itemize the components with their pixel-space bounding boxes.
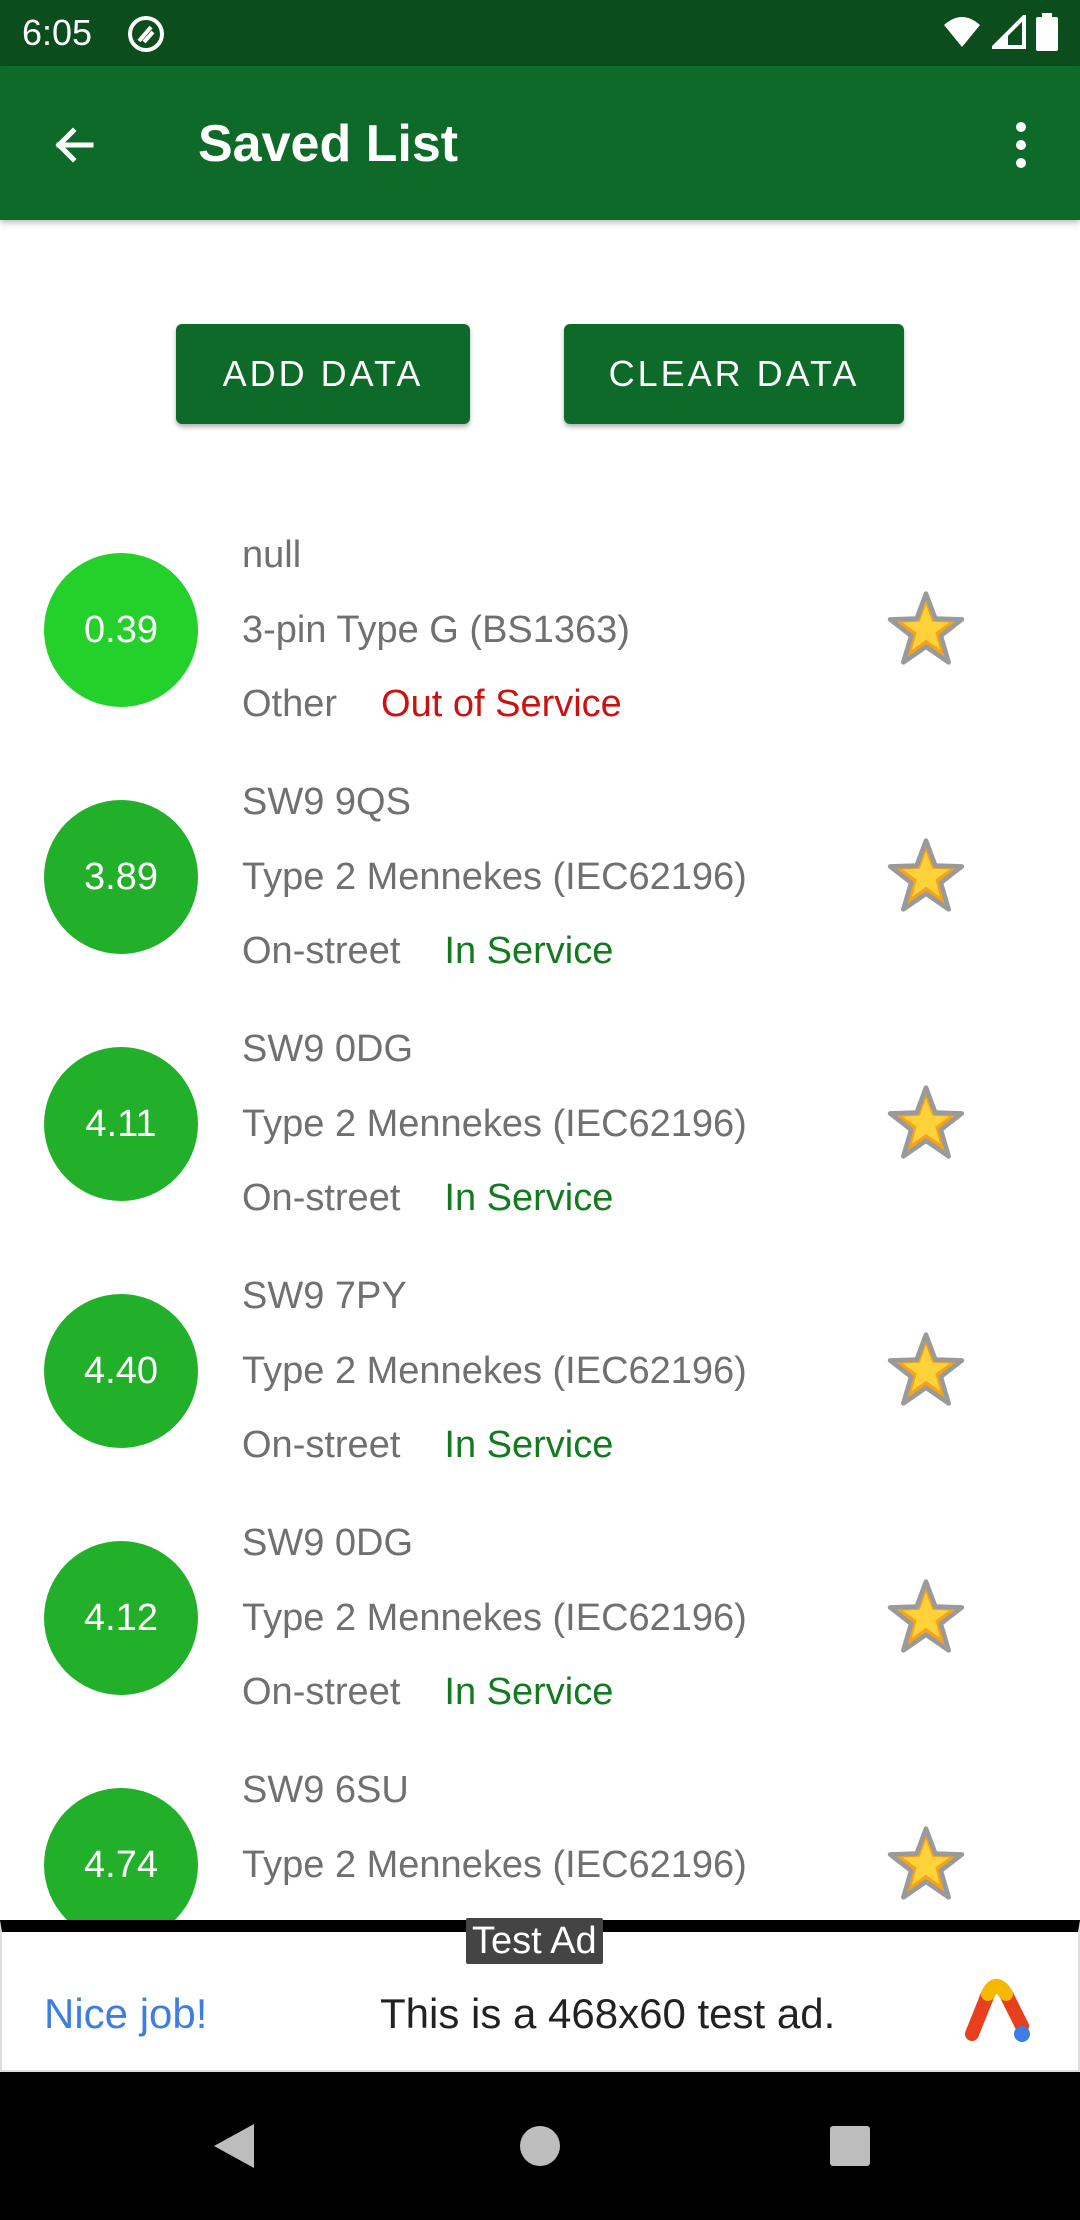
clear-data-button[interactable]: CLEAR DATA — [564, 324, 904, 424]
distance-badge: 4.74 — [44, 1788, 198, 1920]
star-icon[interactable] — [887, 1825, 965, 1901]
item-meta: On-street In Service — [242, 1177, 613, 1220]
more-vert-icon — [1016, 122, 1026, 168]
status-time: 6:05 — [22, 12, 93, 53]
navigation-bar — [0, 2072, 1080, 2220]
triangle-back-icon — [214, 2124, 254, 2168]
signal-icon — [992, 15, 1026, 49]
list-item[interactable]: 4.12 SW9 0DG Type 2 Mennekes (IEC62196) … — [0, 1488, 1080, 1735]
location-type-text: On-street — [242, 1671, 401, 1713]
overflow-menu-button[interactable] — [982, 106, 1060, 184]
add-data-button[interactable]: ADD DATA — [176, 324, 470, 424]
location-type-text: On-street — [242, 930, 401, 972]
postcode-text: SW9 0DG — [242, 1028, 414, 1070]
connector-type-text: Type 2 Mennekes (IEC62196) — [242, 1350, 747, 1392]
distance-badge: 3.89 — [44, 800, 198, 954]
location-type-text: Other — [242, 683, 338, 725]
star-icon[interactable] — [887, 837, 965, 913]
ad-headline: Nice job! — [44, 1990, 208, 2037]
ad-logo-icon — [965, 1979, 1030, 2042]
test-ad-label: Test Ad — [466, 1918, 603, 1964]
item-meta: Other Out of Service — [242, 683, 622, 726]
star-icon[interactable] — [887, 1578, 965, 1654]
list-item[interactable]: 3.89 SW9 9QS Type 2 Mennekes (IEC62196) … — [0, 747, 1080, 994]
list-item[interactable]: 0.39 null 3-pin Type G (BS1363) Other Out… — [0, 500, 1080, 747]
postcode-text: SW9 6SU — [242, 1769, 409, 1811]
status-icons — [942, 13, 1058, 51]
square-recents-icon — [830, 2126, 870, 2166]
nav-home-button[interactable] — [504, 2110, 576, 2182]
item-meta: On-street In Service — [242, 1424, 613, 1467]
service-status-text: In Service — [444, 930, 614, 972]
app-notification-icon — [128, 16, 164, 52]
list-item[interactable]: 4.11 SW9 0DG Type 2 Mennekes (IEC62196) … — [0, 994, 1080, 1241]
postcode-text: null — [242, 534, 302, 576]
item-meta: On-street In Service — [242, 930, 613, 973]
star-icon[interactable] — [887, 1084, 965, 1160]
status-bar: 6:05 — [0, 0, 1080, 66]
connector-type-text: Type 2 Mennekes (IEC62196) — [242, 1844, 747, 1886]
arrow-left-icon — [55, 127, 94, 163]
ad-body-text: This is a 468x60 test ad. — [380, 1990, 836, 2037]
distance-badge: 4.40 — [44, 1294, 198, 1448]
list-item[interactable]: 4.74 SW9 6SU Type 2 Mennekes (IEC62196) — [0, 1735, 1080, 1920]
item-meta: On-street In Service — [242, 1671, 613, 1714]
postcode-text: SW9 0DG — [242, 1522, 414, 1564]
location-type-text: On-street — [242, 1177, 401, 1219]
service-status-text: Out of Service — [381, 683, 622, 725]
page-title: Saved List — [198, 115, 459, 173]
service-status-text: In Service — [444, 1671, 614, 1713]
service-status-text: In Service — [444, 1177, 614, 1219]
list-item[interactable]: 4.40 SW9 7PY Type 2 Mennekes (IEC62196) … — [0, 1241, 1080, 1488]
connector-type-text: Type 2 Mennekes (IEC62196) — [242, 1597, 747, 1639]
star-icon[interactable] — [887, 1331, 965, 1407]
nav-recents-button[interactable] — [814, 2110, 886, 2182]
location-type-text: On-street — [242, 1424, 401, 1466]
postcode-text: SW9 9QS — [242, 781, 411, 823]
connector-type-text: 3-pin Type G (BS1363) — [242, 609, 630, 651]
nav-back-button[interactable] — [198, 2110, 270, 2182]
battery-icon — [1036, 13, 1058, 51]
connector-type-text: Type 2 Mennekes (IEC62196) — [242, 856, 747, 898]
connector-type-text: Type 2 Mennekes (IEC62196) — [242, 1103, 747, 1145]
star-icon[interactable] — [887, 590, 965, 666]
distance-badge: 4.12 — [44, 1541, 198, 1695]
distance-badge: 4.11 — [44, 1047, 198, 1201]
distance-badge: 0.39 — [44, 553, 198, 707]
app-bar: Saved List — [0, 66, 1080, 220]
circle-home-icon — [520, 2126, 560, 2166]
postcode-text: SW9 7PY — [242, 1275, 407, 1317]
back-button[interactable] — [36, 106, 114, 184]
saved-list[interactable]: 0.39 null 3-pin Type G (BS1363) Other Out… — [0, 500, 1080, 1920]
service-status-text: In Service — [444, 1424, 614, 1466]
wifi-icon — [944, 17, 980, 47]
